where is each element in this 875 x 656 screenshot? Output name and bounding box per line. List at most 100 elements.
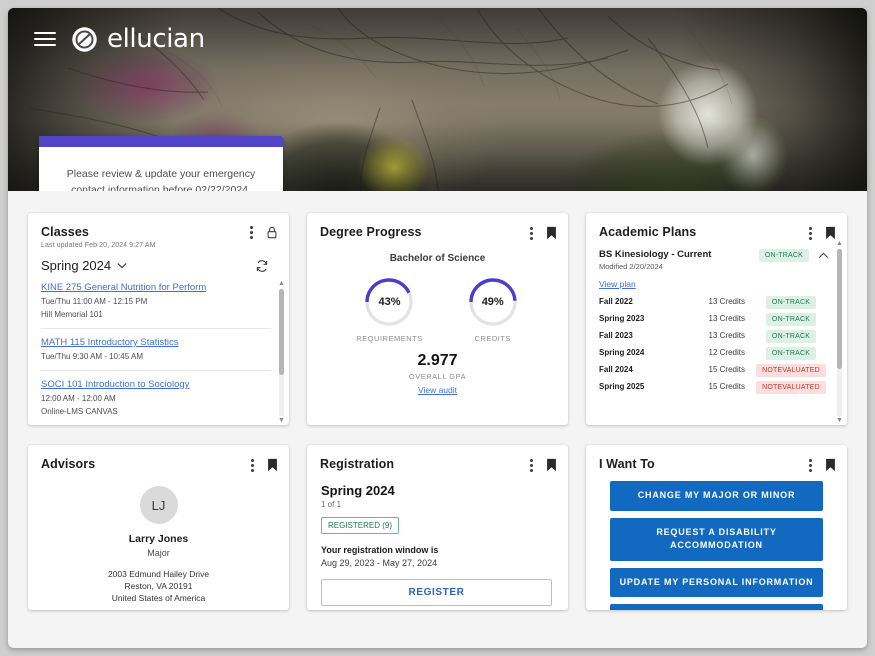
classes-last-updated: Last updated Feb 20, 2024 9:27 AM [41,242,250,249]
status-badge: ON-TRACK [766,330,816,343]
scrollbar-track[interactable] [279,289,284,416]
degree-progress-card-header: Degree Progress [307,213,568,240]
advisor-address-line1: 2003 Edmund Hailey Drive [108,569,209,579]
status-badge: ON-TRACK [766,347,816,360]
page-title-classes: Classes [41,225,250,239]
view-audit-link[interactable]: View audit [418,385,457,395]
card-classes: Classes Last updated Feb 20, 2024 9:27 A… [28,213,289,425]
brand-name: ellucian [107,24,205,54]
plan-title: BS Kinesiology - Current [599,249,759,260]
academic-plans-list: BS Kinesiology - Current Modified 2/20/2… [586,240,847,425]
avatar: LJ [140,486,178,524]
lock-icon[interactable] [266,226,278,239]
academic-plans-scrollbar[interactable]: ▲ ▼ [835,240,844,425]
degree-progress-body: Bachelor of Science 43% REQUIREMENTS [307,240,568,425]
page-title-academic-plans: Academic Plans [599,225,809,239]
request-disability-accommodation-button[interactable]: REQUEST A DISABILITY ACCOMMODATION [610,518,823,561]
credits-donut-chart: 49% [467,276,519,328]
requirements-donut-chart: 43% [363,276,415,328]
register-button[interactable]: REGISTER [321,579,552,606]
scrollbar-thumb[interactable] [279,289,284,375]
academic-plans-card-header: Academic Plans [586,213,847,240]
class-time: Tue/Thu 11:00 AM - 12:15 PM [41,297,271,306]
term-name: Fall 2024 [599,365,671,374]
refresh-icon[interactable] [255,259,269,273]
requirements-percent: 43% [363,276,415,328]
ellucian-logo[interactable]: ellucian [71,24,205,54]
hamburger-menu-icon[interactable] [34,28,56,50]
class-link[interactable]: MATH 115 Introductory Statistics [41,337,271,348]
page-title-registration: Registration [320,457,530,471]
scroll-down-arrow-icon[interactable]: ▼ [836,417,843,425]
classes-scrollbar[interactable]: ▲ ▼ [277,280,286,425]
view-plan-link[interactable]: View plan [599,279,636,289]
top-navigation-bar: ellucian [8,8,867,70]
list-item: SOCI 101 Introduction to Sociology 12:00… [41,371,271,425]
registration-card-header: Registration [307,445,568,472]
table-row: Fall 2023 13 Credits ON-TRACK [599,327,829,344]
request-registration-button[interactable]: REQUEST A REGISTRATION [610,604,823,610]
card-registration: Registration Spring 2024 1 of 1 REGISTER… [307,445,568,610]
class-link[interactable]: KINE 275 General Nutrition for Perform [41,282,271,293]
class-link[interactable]: SOCI 101 Introduction to Sociology [41,379,271,390]
card-i-want-to: I Want To CHANGE MY MAJOR OR MINOR REQUE… [586,445,847,610]
credits-ring-group: 49% CREDITS [467,276,519,343]
term-select-dropdown[interactable]: Spring 2024 [41,258,127,273]
bookmark-icon[interactable] [546,226,557,240]
requirements-label: REQUIREMENTS [356,334,422,343]
registration-body: Spring 2024 1 of 1 REGISTERED (9) Your r… [307,472,568,610]
bookmark-icon[interactable] [267,458,278,472]
card-degree-progress: Degree Progress Bachelor of Science [307,213,568,425]
more-options-icon[interactable] [250,226,253,239]
page-title-advisors: Advisors [41,457,251,471]
class-location: Online-LMS CANVAS [41,407,271,416]
scrollbar-thumb[interactable] [837,249,842,369]
table-row: Spring 2025 15 Credits NOTEVALUATED [599,378,829,395]
list-item: MATH 115 Introductory Statistics Tue/Thu… [41,329,271,371]
scroll-up-arrow-icon[interactable]: ▲ [836,240,843,248]
more-options-icon[interactable] [251,459,254,472]
status-badge: ON-TRACK [766,296,816,309]
more-options-icon[interactable] [530,227,533,240]
class-time: 12:00 AM - 12:00 AM [41,394,271,403]
update-personal-information-button[interactable]: UPDATE MY PERSONAL INFORMATION [610,568,823,598]
advisor-address-line3: United States of America [112,593,206,603]
scroll-up-arrow-icon[interactable]: ▲ [278,280,285,288]
term-credits: 15 Credits [671,382,753,391]
page-title-i-want-to: I Want To [599,457,809,471]
more-options-icon[interactable] [809,227,812,240]
page-title-degree-progress: Degree Progress [320,225,530,239]
registration-window-dates: Aug 29, 2023 - May 27, 2024 [321,558,552,568]
advisors-body: LJ Larry Jones Major 2003 Edmund Hailey … [28,472,289,610]
credits-percent: 49% [467,276,519,328]
chevron-down-icon [117,262,127,269]
bookmark-icon[interactable] [825,458,836,472]
plan-modified-date: Modified 2/20/2024 [599,262,759,271]
more-options-icon[interactable] [809,459,812,472]
classes-list: KINE 275 General Nutrition for Perform T… [28,280,289,425]
table-row: Fall 2022 13 Credits ON-TRACK [599,293,829,310]
bookmark-icon[interactable] [825,226,836,240]
bookmark-icon[interactable] [546,458,557,472]
change-major-or-minor-button[interactable]: CHANGE MY MAJOR OR MINOR [610,481,823,511]
card-advisors: Advisors LJ Larry Jones Major 2003 Edmun… [28,445,289,610]
registration-counter: 1 of 1 [321,500,552,509]
term-name: Spring 2023 [599,314,671,323]
more-options-icon[interactable] [530,459,533,472]
i-want-to-card-header: I Want To [586,445,847,472]
chevron-up-icon[interactable] [818,249,829,263]
term-credits: 13 Credits [671,331,753,340]
plan-status-badge: ON-TRACK [759,249,809,262]
notification-accent-bar [39,136,283,147]
advisor-name: Larry Jones [129,533,189,545]
ellucian-logo-icon [71,26,98,53]
list-item: KINE 275 General Nutrition for Perform T… [41,280,271,329]
overall-gpa-value: 2.977 [417,352,457,370]
class-time: Tue/Thu 9:30 AM - 10:45 AM [41,352,271,361]
progress-rings: 43% REQUIREMENTS 49% CREDITS [356,276,518,343]
registration-window-label: Your registration window is [321,545,552,555]
scrollbar-track[interactable] [837,249,842,416]
term-select-value: Spring 2024 [41,258,111,273]
status-badge: REGISTERED (9) [321,517,399,534]
scroll-down-arrow-icon[interactable]: ▼ [278,417,285,425]
